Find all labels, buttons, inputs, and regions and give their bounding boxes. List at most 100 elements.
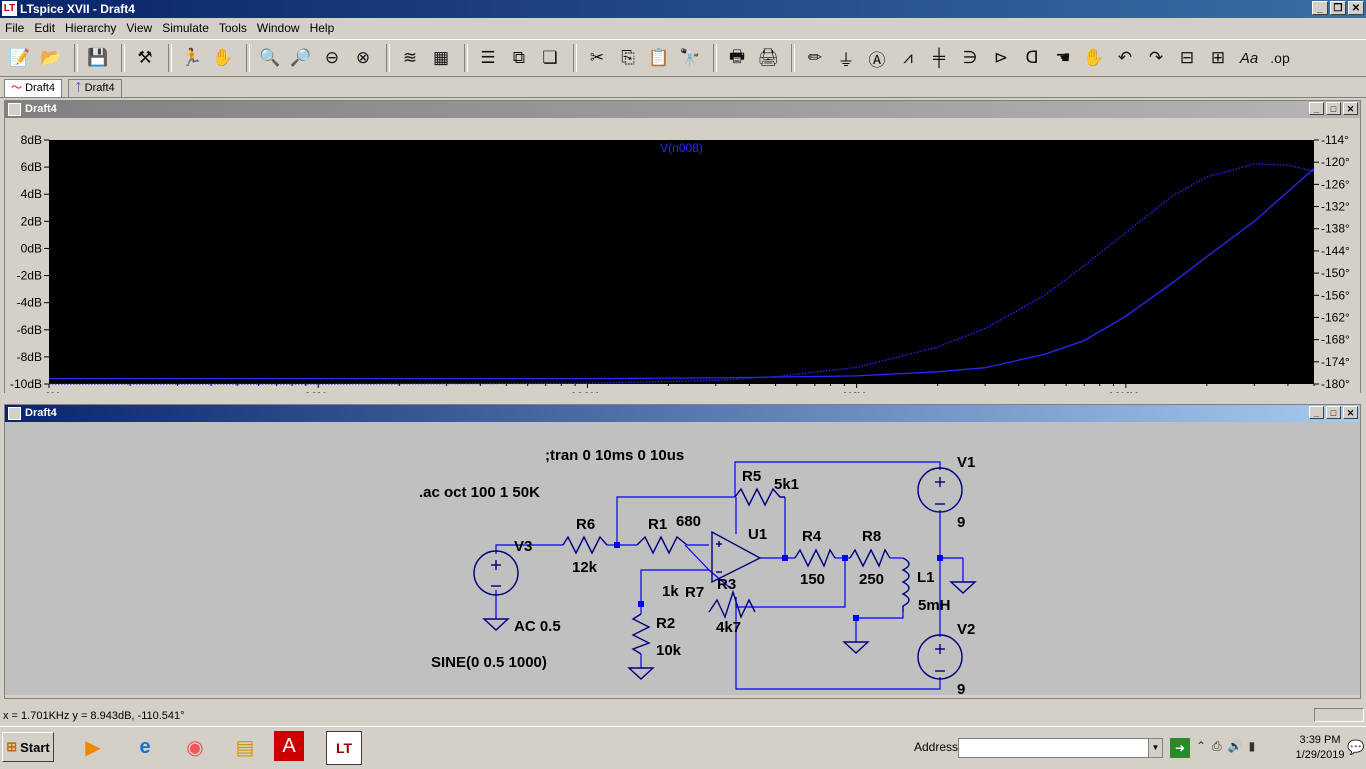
diode-icon[interactable]: ⊳	[987, 44, 1015, 72]
label-net-icon[interactable]: Ⓐ	[863, 44, 891, 72]
control-panel-icon[interactable]: ⚒	[131, 44, 159, 72]
v1-label: V1	[957, 454, 975, 471]
waveform-close-button[interactable]: ✕	[1343, 102, 1358, 115]
move-icon[interactable]: ☚	[1049, 44, 1077, 72]
print-icon[interactable]: 🖶	[723, 44, 751, 72]
v2-source-symbol[interactable]	[917, 634, 963, 680]
schematic-drawing[interactable]: ;tran 0 10ms 0 10us .ac oct 100 1 50K R6…	[5, 422, 1360, 698]
mirror-icon[interactable]: ⊞	[1204, 44, 1232, 72]
undo-icon[interactable]: ↶	[1111, 44, 1139, 72]
r4-symbol[interactable]	[794, 548, 836, 568]
y-right-tick-label: -138°	[1321, 222, 1350, 236]
resistor-icon[interactable]: ⩘	[894, 44, 922, 72]
internet-explorer-icon[interactable]: e	[128, 731, 162, 763]
acrobat-icon[interactable]: A	[274, 731, 304, 761]
address-dropdown-button[interactable]: ▼	[1148, 738, 1163, 758]
print-setup-icon[interactable]: 🖨	[754, 44, 782, 72]
drag-icon[interactable]: ✋	[1080, 44, 1108, 72]
notification-icon[interactable]: 💬	[1347, 739, 1364, 756]
plot-background[interactable]	[49, 140, 1314, 384]
tile-vertical-icon[interactable]: ⧉	[505, 44, 533, 72]
close-button[interactable]: ✕	[1348, 1, 1364, 15]
y-left-tick-label: 4dB	[21, 187, 42, 201]
r2-symbol[interactable]	[631, 613, 651, 655]
zoom-in-icon[interactable]: 🔍	[256, 44, 284, 72]
v1-source-symbol[interactable]	[917, 467, 963, 513]
menu-help[interactable]: Help	[305, 21, 340, 35]
find-icon[interactable]: 🔭	[676, 44, 704, 72]
tray-icons[interactable]: ⌃⎙🔊▮	[1196, 739, 1261, 754]
waveform-restore-button[interactable]: □	[1326, 102, 1341, 115]
waveform-minimize-button[interactable]: _	[1309, 102, 1324, 115]
tile-horizontal-icon[interactable]: ☰	[474, 44, 502, 72]
run-icon[interactable]: 🏃	[178, 44, 206, 72]
zoom-fit-icon[interactable]: ⊖	[318, 44, 346, 72]
r7-value: 1k	[662, 583, 679, 600]
r1-symbol[interactable]	[636, 535, 688, 555]
autoscale-icon[interactable]: ≋	[396, 44, 424, 72]
menu-simulate[interactable]: Simulate	[157, 21, 214, 35]
redo-icon[interactable]: ↷	[1142, 44, 1170, 72]
grid-icon[interactable]: ▦	[427, 44, 455, 72]
zoom-out-icon[interactable]: 🔎	[287, 44, 315, 72]
bode-chart[interactable]: 8dB 6dB 4dB 2dB 0dB -2dB -4dB -6dB -8dB -10dB -114…	[5, 118, 1360, 404]
schematic-restore-button[interactable]: □	[1326, 406, 1341, 419]
restore-button[interactable]: ❐	[1330, 1, 1346, 15]
go-button[interactable]: ➜	[1170, 738, 1190, 758]
x-tick-label: 100Hz	[570, 390, 605, 393]
tab-waveform[interactable]: 〜 Draft4	[4, 79, 63, 97]
copy-icon[interactable]: ⎘	[614, 44, 642, 72]
waveform-window-icon	[8, 103, 21, 116]
cascade-icon[interactable]: ❏	[536, 44, 564, 72]
component-icon[interactable]: ᗡ	[1018, 44, 1046, 72]
media-player-icon[interactable]: ▶	[76, 731, 110, 763]
menu-window[interactable]: Window	[252, 21, 305, 35]
schematic-minimize-button[interactable]: _	[1309, 406, 1324, 419]
ltspice-app-icon[interactable]: LT	[2, 1, 17, 16]
draw-wire-icon[interactable]: ✏	[801, 44, 829, 72]
inductor-icon[interactable]: ∋	[956, 44, 984, 72]
rotate-icon[interactable]: ⊟	[1173, 44, 1201, 72]
schematic-close-button[interactable]: ✕	[1343, 406, 1358, 419]
address-input[interactable]	[958, 738, 1163, 758]
y-right-tick-label: -132°	[1321, 200, 1350, 214]
title-bar: LT LTspice XVII - Draft4 _ ❐ ✕	[0, 0, 1366, 18]
start-button[interactable]: ⊞ Start	[2, 732, 54, 762]
menu-hierarchy[interactable]: Hierarchy	[60, 21, 121, 35]
l1-symbol[interactable]	[901, 557, 910, 612]
chart-title[interactable]: V(n008)	[660, 141, 703, 155]
firefox-icon[interactable]: ◉	[178, 731, 212, 763]
tran-directive[interactable]: ;tran 0 10ms 0 10us	[545, 447, 684, 464]
menu-tools[interactable]: Tools	[214, 21, 252, 35]
open-icon[interactable]: 📂	[37, 44, 65, 72]
spice-directive-icon[interactable]: .op	[1266, 44, 1294, 72]
cancel-zoom-icon[interactable]: ⊗	[349, 44, 377, 72]
ltspice-icon[interactable]: LT	[326, 731, 362, 765]
paste-icon[interactable]: 📋	[645, 44, 673, 72]
v3-ac-value: AC 0.5	[514, 618, 561, 635]
clock[interactable]: 3:39 PM 1/29/2019	[1285, 733, 1355, 763]
menu-edit[interactable]: Edit	[29, 21, 60, 35]
capacitor-icon[interactable]: ╪	[925, 44, 953, 72]
text-icon[interactable]: Aa	[1235, 44, 1263, 72]
schematic-canvas[interactable]: ;tran 0 10ms 0 10us .ac oct 100 1 50K R6…	[5, 422, 1360, 698]
tab-schematic[interactable]: ᛏ Draft4	[68, 79, 122, 97]
ac-directive[interactable]: .ac oct 100 1 50K	[419, 484, 540, 501]
r3-symbol[interactable]	[708, 589, 756, 619]
file-explorer-icon[interactable]: ▤	[228, 731, 262, 763]
waveform-plot-area[interactable]: 8dB 6dB 4dB 2dB 0dB -2dB -4dB -6dB -8dB -10dB -114…	[5, 118, 1360, 404]
r8-symbol[interactable]	[849, 548, 891, 568]
y-left-tick-label: 6dB	[21, 160, 42, 174]
l1-value: 5mH	[918, 597, 951, 614]
v3-source-symbol[interactable]	[473, 550, 519, 596]
minimize-button[interactable]: _	[1312, 1, 1328, 15]
y-right-tick-label: -150°	[1321, 266, 1350, 280]
menu-view[interactable]: View	[121, 21, 157, 35]
new-schematic-icon[interactable]: 📝	[6, 44, 34, 72]
cut-icon[interactable]: ✂	[583, 44, 611, 72]
menu-file[interactable]: File	[0, 21, 29, 35]
ground-icon[interactable]: ⏚	[832, 44, 860, 72]
halt-icon[interactable]: ✋	[209, 44, 237, 72]
r6-symbol[interactable]	[562, 535, 608, 555]
save-icon[interactable]: 💾	[84, 44, 112, 72]
